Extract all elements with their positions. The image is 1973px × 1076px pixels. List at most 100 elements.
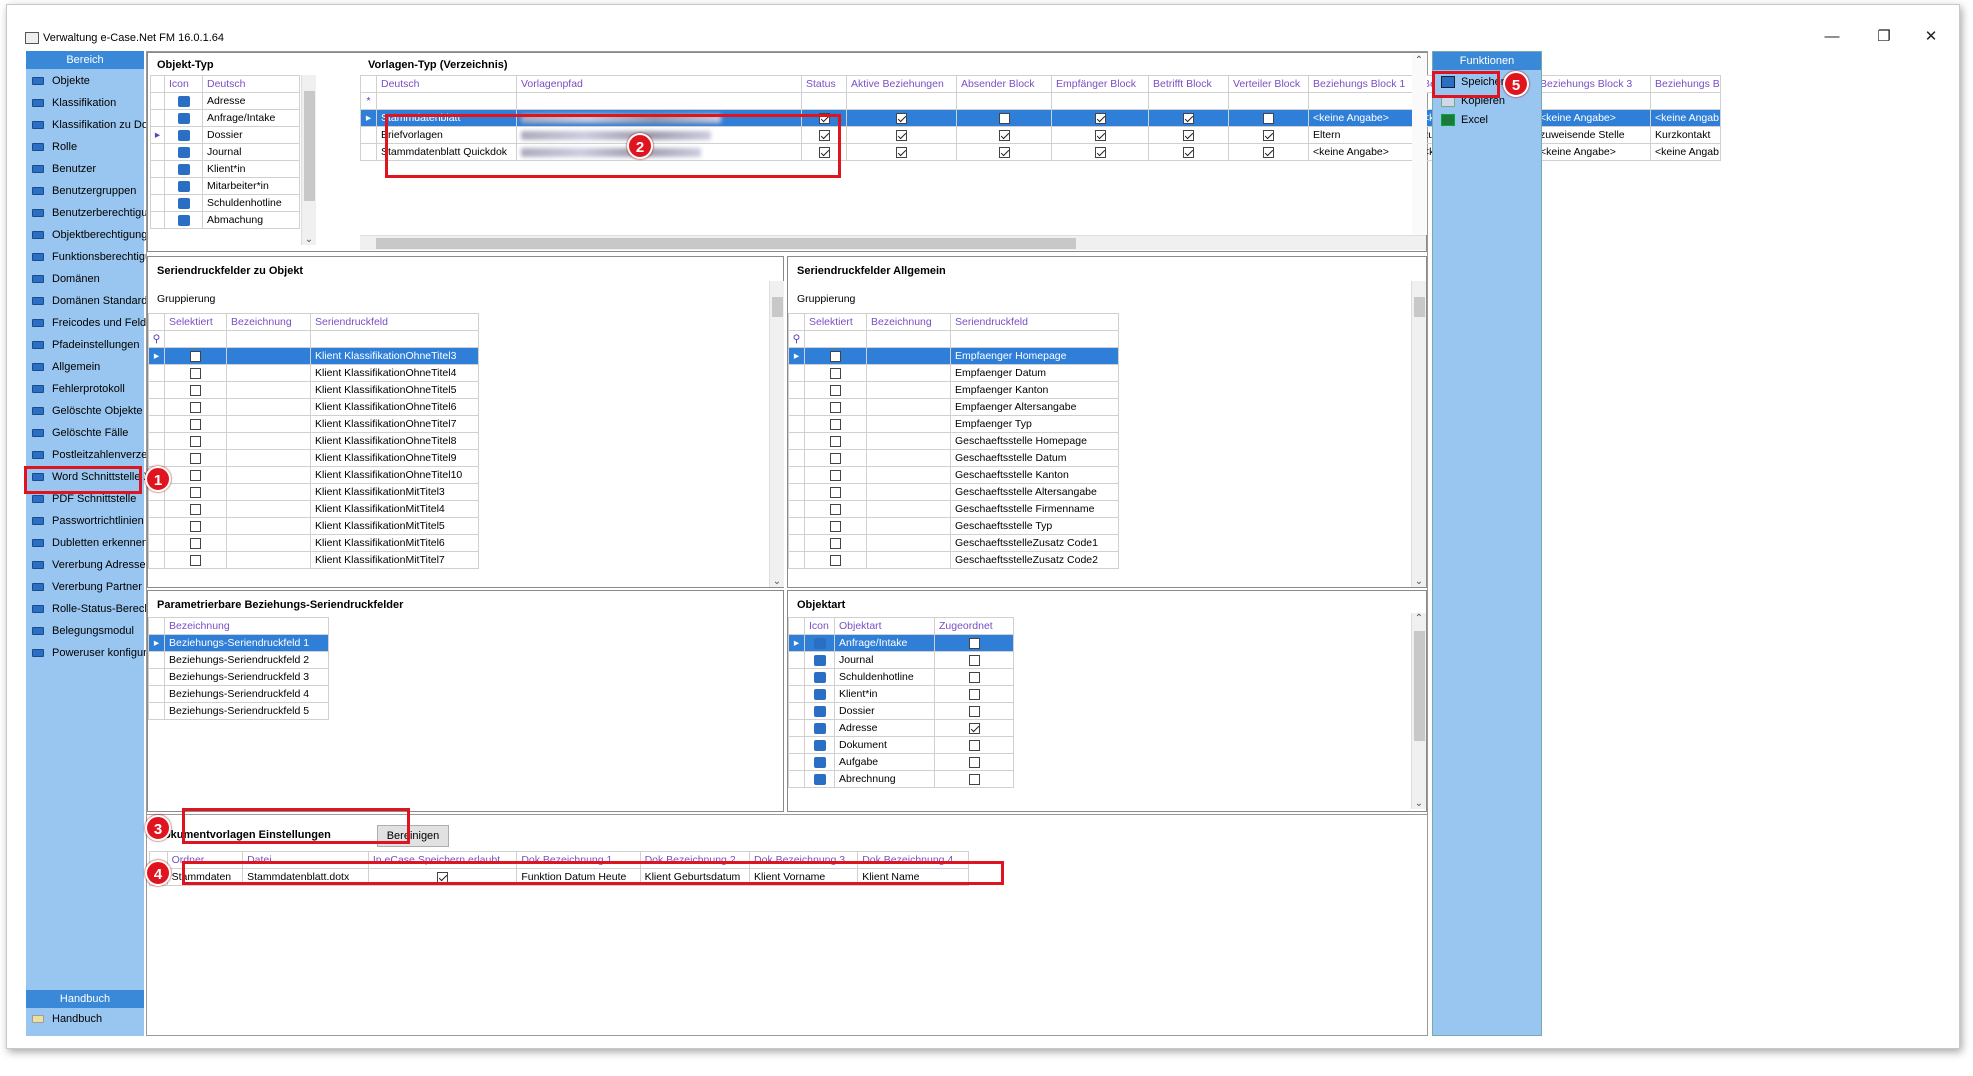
table-row[interactable]: Journal [788, 651, 1014, 669]
checkbox[interactable] [830, 486, 841, 498]
table-row[interactable]: GeschaeftsstelleZusatz Code1 [788, 534, 1119, 552]
table-row[interactable]: Klient KlassifikationMitTitel3 [148, 483, 479, 501]
col-header[interactable]: Aktive Beziehungen [846, 75, 957, 93]
minimize-button[interactable]: — [1817, 27, 1847, 47]
checkbox[interactable] [830, 401, 841, 413]
col-header[interactable]: Deutsch [202, 75, 300, 93]
col-header[interactable]: Beziehungs B [1650, 75, 1721, 93]
table-row[interactable]: Beziehungs-Seriendruckfeld 3 [148, 668, 329, 686]
maximize-button[interactable]: ❐ [1869, 27, 1899, 47]
col-header[interactable]: Beziehungs Block 1 [1308, 75, 1419, 93]
bereinigen-button[interactable]: Bereinigen [377, 825, 449, 847]
col-header[interactable]: Icon [164, 75, 203, 93]
nav-item[interactable]: Vererbung Adresse [32, 555, 146, 575]
table-row[interactable]: ▸ Empfaenger Homepage [788, 347, 1119, 365]
col-header[interactable]: Ordner [166, 851, 244, 869]
table-row[interactable]: Empfaenger Datum [788, 364, 1119, 382]
col-header[interactable]: Datei [242, 851, 369, 869]
checkbox[interactable] [1263, 129, 1274, 141]
close-button[interactable]: ✕ [1916, 27, 1946, 47]
checkbox[interactable] [830, 435, 841, 447]
table-row[interactable]: Schuldenhotline [788, 668, 1014, 686]
checkbox[interactable] [968, 654, 980, 666]
checkbox[interactable] [190, 537, 201, 549]
checkbox[interactable] [190, 367, 201, 379]
checkbox[interactable] [1094, 112, 1106, 124]
checkbox[interactable] [1263, 112, 1274, 124]
checkbox[interactable] [968, 705, 980, 717]
table-row[interactable]: ▸ Beziehungs-Seriendruckfeld 1 [148, 634, 329, 652]
checkbox[interactable] [818, 146, 830, 158]
table-row[interactable]: Journal [150, 143, 300, 161]
table-row[interactable]: Adresse [150, 92, 300, 110]
checkbox[interactable] [830, 367, 841, 379]
checkbox[interactable] [190, 384, 201, 396]
table-row[interactable]: Dossier [788, 702, 1014, 720]
table-row[interactable]: Klient KlassifikationMitTitel4 [148, 500, 479, 518]
scroll-down-icon[interactable]: ⌄ [770, 576, 784, 587]
table-row[interactable]: Geschaeftsstelle Typ [788, 517, 1119, 535]
nav-item-handbuch[interactable]: Handbuch [32, 1009, 102, 1029]
scroll-up-icon[interactable]: ⌃ [1412, 613, 1426, 624]
col-header[interactable]: Dok Bezeichnung 3 [749, 851, 859, 869]
scroll-down-icon[interactable]: ⌄ [1412, 798, 1426, 809]
save-button[interactable]: Speichern [1441, 73, 1511, 91]
checkbox[interactable] [896, 129, 907, 141]
checkbox[interactable] [190, 469, 201, 481]
checkbox[interactable] [190, 418, 201, 430]
checkbox[interactable] [190, 520, 201, 532]
col-header[interactable]: Bezeichnung [226, 313, 311, 331]
checkbox[interactable] [998, 129, 1010, 141]
table-row[interactable]: Klient KlassifikationOhneTitel5 [148, 381, 479, 399]
checkbox[interactable] [896, 146, 907, 158]
checkbox[interactable] [830, 350, 841, 362]
objekt-typ-scrollbar[interactable]: ⌄ [301, 75, 316, 245]
table-row[interactable]: ▸ Dossier [150, 126, 300, 144]
serien-objekt-scrollbar[interactable]: ⌄ [769, 281, 784, 587]
main-vscrollbar[interactable]: ⌃ [1412, 53, 1427, 235]
col-header[interactable]: Deutsch [376, 75, 517, 93]
nav-item[interactable]: PDF Schnittstelle [32, 489, 136, 509]
checkbox[interactable] [190, 401, 201, 413]
table-row[interactable]: Beziehungs-Seriendruckfeld 5 [148, 702, 329, 720]
checkbox[interactable] [190, 554, 201, 566]
col-header[interactable]: Bezeichnung [866, 313, 951, 331]
checkbox[interactable] [190, 452, 201, 464]
checkbox[interactable] [998, 146, 1010, 158]
table-row[interactable]: Klient KlassifikationMitTitel6 [148, 534, 479, 552]
checkbox[interactable] [968, 773, 980, 785]
table-row[interactable]: GeschaeftsstelleZusatz Code2 [788, 551, 1119, 569]
col-header[interactable]: Verteiler Block [1228, 75, 1309, 93]
table-row[interactable]: ▸ Klient KlassifikationOhneTitel3 [148, 347, 479, 365]
filter-icon[interactable]: ⚲ [148, 330, 165, 348]
nav-item[interactable]: Dubletten erkennen [32, 533, 148, 553]
table-row[interactable]: Klient KlassifikationMitTitel7 [148, 551, 479, 569]
nav-item[interactable]: Rolle [32, 137, 77, 157]
col-header[interactable]: Absender Block [956, 75, 1052, 93]
checkbox[interactable] [1183, 112, 1194, 124]
table-row[interactable]: Geschaeftsstelle Altersangabe [788, 483, 1119, 501]
col-header[interactable]: Dok Bezeichnung 1 [516, 851, 641, 869]
table-row[interactable]: Klient KlassifikationOhneTitel9 [148, 449, 479, 467]
checkbox[interactable] [968, 739, 980, 751]
col-header[interactable]: Icon [804, 617, 835, 635]
checkbox[interactable] [830, 418, 841, 430]
checkbox[interactable] [818, 129, 830, 141]
table-row[interactable]: Schuldenhotline [150, 194, 300, 212]
table-row[interactable]: Mitarbeiter*in [150, 177, 300, 195]
table-row[interactable]: Klient KlassifikationOhneTitel8 [148, 432, 479, 450]
checkbox[interactable] [190, 435, 201, 447]
nav-item[interactable]: Passwortrichtlinien [32, 511, 144, 531]
checkbox[interactable] [998, 112, 1010, 124]
table-row[interactable]: Empfaenger Typ [788, 415, 1119, 433]
checkbox[interactable] [818, 112, 830, 124]
nav-item[interactable]: Objekte [32, 71, 90, 91]
excel-button[interactable]: Excel [1441, 111, 1488, 129]
checkbox[interactable] [1183, 129, 1194, 141]
nav-item[interactable]: Fehlerprotokoll [32, 379, 125, 399]
col-header[interactable]: Selektiert [804, 313, 867, 331]
col-header[interactable]: Selektiert [164, 313, 227, 331]
checkbox[interactable] [830, 520, 841, 532]
checkbox[interactable] [968, 671, 980, 683]
nav-item[interactable]: Freicodes und Felder [32, 313, 156, 333]
